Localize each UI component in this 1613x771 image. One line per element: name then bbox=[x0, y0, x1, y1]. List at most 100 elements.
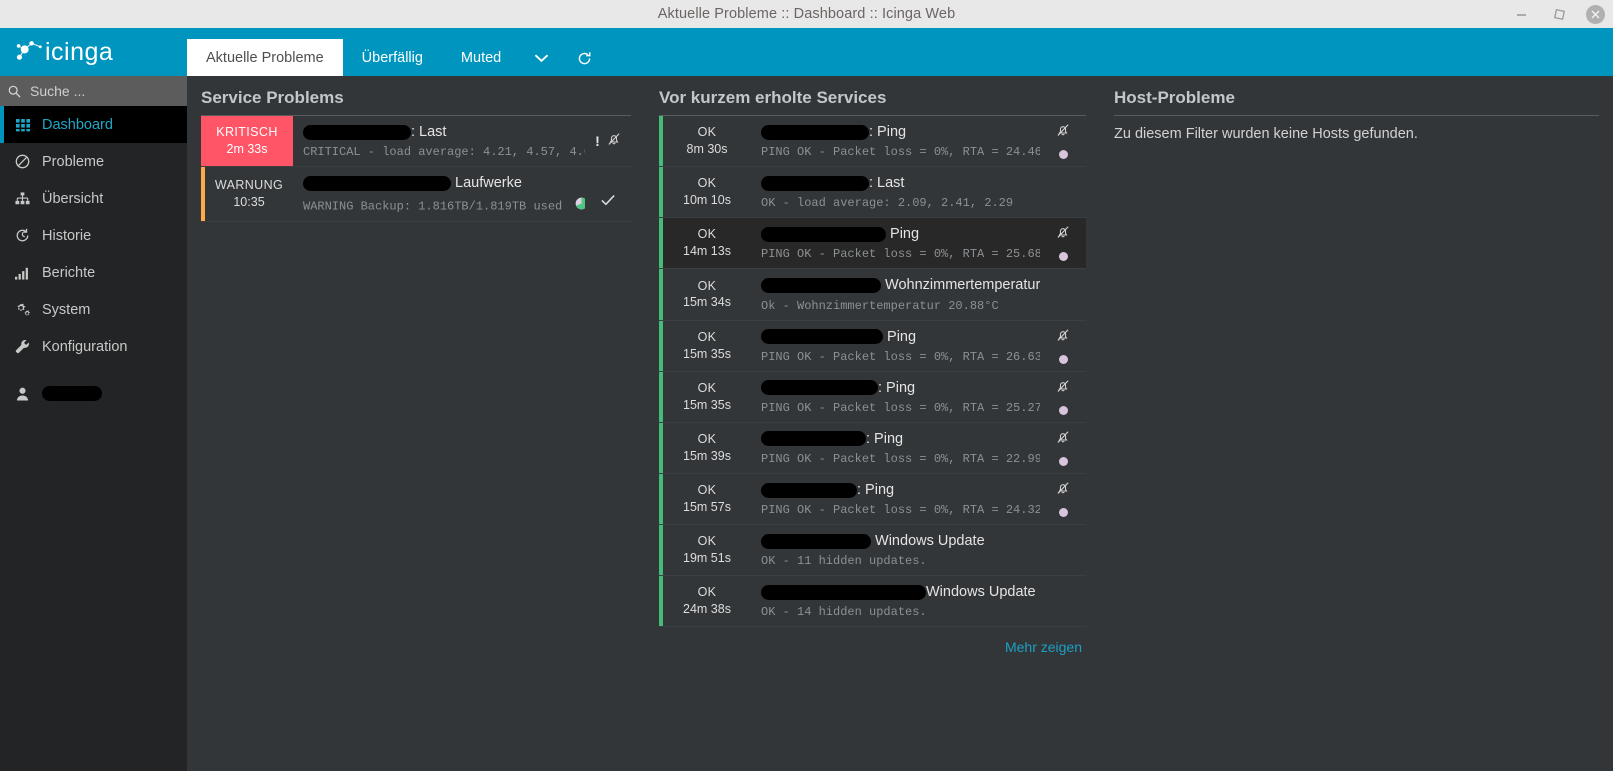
status-badge-ok: OK14m 13s bbox=[663, 218, 751, 268]
status-since: 15m 34s bbox=[683, 294, 731, 311]
exclamation-icon[interactable]: ! bbox=[595, 133, 600, 149]
service-title: : Last bbox=[761, 174, 1040, 192]
recovered-service-row[interactable]: OK14m 13s Ping PING OK - Packet loss = 0%… bbox=[659, 218, 1086, 269]
host-name-redacted bbox=[761, 329, 883, 344]
host-name-redacted bbox=[761, 483, 857, 498]
chevron-down-icon[interactable] bbox=[520, 40, 563, 76]
service-title: Laufwerke bbox=[303, 174, 585, 192]
bell-slash-icon[interactable] bbox=[1056, 328, 1070, 347]
tab-ueberfaellig[interactable]: Überfällig bbox=[343, 40, 442, 76]
status-badge-ok: OK8m 30s bbox=[663, 116, 751, 166]
recovered-service-list: OK8m 30s : Ping PING OK - Packet loss = 0%… bbox=[659, 116, 1086, 627]
sidebar-nav: Dashboard Probleme bbox=[0, 106, 187, 412]
search-input[interactable] bbox=[30, 83, 179, 99]
service-name: Ping bbox=[883, 329, 916, 345]
service-row-body: Windows UpdateOK - 14 hidden updates. bbox=[751, 576, 1040, 626]
service-row-icons bbox=[1040, 218, 1086, 268]
recovered-service-row[interactable]: OK19m 51s Windows UpdateOK - 11 hidden u… bbox=[659, 525, 1086, 576]
sidebar-item-dashboard[interactable]: Dashboard bbox=[0, 106, 187, 143]
host-name-redacted bbox=[761, 125, 869, 140]
recovered-service-row[interactable]: OK15m 39s: PingPING OK - Packet loss = 0… bbox=[659, 423, 1086, 474]
sidebar-item-berichte[interactable]: Berichte bbox=[0, 254, 187, 291]
sidebar-item-probleme[interactable]: Probleme bbox=[0, 143, 187, 180]
recovered-service-row[interactable]: OK15m 35s PingPING OK - Packet loss = 0%… bbox=[659, 321, 1086, 372]
status-since: 10:35 bbox=[233, 194, 264, 211]
service-problem-row[interactable]: KRITISCH 2m 33s : Last CRITICAL - load a… bbox=[201, 116, 631, 167]
status-since: 10m 10s bbox=[683, 192, 731, 209]
recovered-service-row[interactable]: OK15m 34s WohnzimmertemperaturOk - Wohnz… bbox=[659, 269, 1086, 320]
minimize-icon[interactable] bbox=[1510, 3, 1532, 25]
icinga-logo-icon bbox=[14, 39, 44, 65]
status-badge-ok: OK24m 38s bbox=[663, 576, 751, 626]
more-link[interactable]: Mehr zeigen bbox=[659, 627, 1086, 655]
window-titlebar: Aktuelle Probleme :: Dashboard :: Icinga… bbox=[0, 0, 1613, 28]
bell-slash-icon[interactable] bbox=[1056, 123, 1070, 142]
service-output: PING OK - Packet loss = 0%, RTA = 25.27 … bbox=[761, 401, 1040, 415]
app-frame: icinga Dashboard bbox=[0, 28, 1613, 771]
bell-slash-icon[interactable] bbox=[1056, 379, 1070, 398]
service-output: Ok - Wohnzimmertemperatur 20.88°C bbox=[761, 299, 1040, 313]
service-row-body: : PingPING OK - Packet loss = 0%, RTA = … bbox=[751, 474, 1040, 524]
bell-slash-icon[interactable] bbox=[1056, 481, 1070, 500]
refresh-icon[interactable] bbox=[563, 40, 606, 76]
service-name: Wohnzimmertemperatur bbox=[881, 277, 1040, 293]
dashlet-title: Host-Probleme bbox=[1114, 88, 1599, 116]
service-row-icons bbox=[1040, 474, 1086, 524]
service-name: : Ping bbox=[878, 380, 915, 396]
tab-aktuelle-probleme[interactable]: Aktuelle Probleme bbox=[187, 39, 343, 76]
bell-slash-icon[interactable] bbox=[607, 132, 621, 151]
service-row-body: Wohnzimmertemperatur Ok - Wohnzimmertempe… bbox=[751, 269, 1040, 319]
service-output: WARNING Backup: 1.816TB/1.819TB used bbox=[303, 200, 562, 214]
status-label: OK bbox=[698, 329, 717, 346]
main-area: Aktuelle Probleme Überfällig Muted Ser bbox=[187, 28, 1613, 771]
dashlet-service-problems: Service Problems KRITISCH 2m 33s : Last … bbox=[187, 76, 645, 771]
tab-muted[interactable]: Muted bbox=[442, 40, 520, 76]
service-row-icons bbox=[1040, 576, 1086, 626]
recovered-service-row[interactable]: OK24m 38sWindows UpdateOK - 14 hidden up… bbox=[659, 576, 1086, 627]
service-output: PING OK - Packet loss = 0%, RTA = 25.68 … bbox=[761, 247, 1040, 261]
ban-icon bbox=[14, 154, 31, 169]
service-name: Ping bbox=[886, 226, 919, 242]
dashlet-title: Service Problems bbox=[201, 88, 631, 116]
recovered-service-row[interactable]: OK10m 10s: LastOK - load average: 2.09, … bbox=[659, 167, 1086, 218]
service-title: : Ping bbox=[761, 123, 1040, 141]
sidebar-item-label: Historie bbox=[42, 228, 91, 244]
bar-chart-icon bbox=[14, 266, 31, 280]
host-name-redacted bbox=[761, 534, 871, 549]
recovered-service-row[interactable]: OK15m 35s: PingPING OK - Packet loss = 0… bbox=[659, 372, 1086, 423]
sidebar-item-user[interactable] bbox=[0, 375, 187, 412]
status-badge-critical: KRITISCH 2m 33s bbox=[201, 116, 293, 166]
pie-icon bbox=[575, 197, 585, 210]
grid-icon bbox=[14, 118, 31, 132]
sidebar-item-system[interactable]: System bbox=[0, 291, 187, 328]
service-title: Wohnzimmertemperatur bbox=[761, 276, 1040, 294]
service-name: : Ping bbox=[866, 431, 903, 447]
status-since: 15m 57s bbox=[683, 499, 731, 516]
recovered-service-row[interactable]: OK15m 57s : PingPING OK - Packet loss = 0… bbox=[659, 474, 1086, 525]
search-bar[interactable] bbox=[0, 76, 187, 106]
service-name: : Ping bbox=[869, 124, 906, 140]
dashboard-content: Service Problems KRITISCH 2m 33s : Last … bbox=[187, 76, 1613, 771]
status-label: OK bbox=[698, 124, 717, 141]
recovered-service-row[interactable]: OK8m 30s: PingPING OK - Packet loss = 0%… bbox=[659, 116, 1086, 167]
sidebar-item-historie[interactable]: Historie bbox=[0, 217, 187, 254]
check-icon[interactable] bbox=[601, 193, 615, 209]
service-row-body: PingPING OK - Packet loss = 0%, RTA = 26… bbox=[751, 321, 1040, 371]
tab-label: Muted bbox=[461, 50, 501, 66]
dashlet-host-problems: Host-Probleme Zu diesem Filter wurden ke… bbox=[1100, 76, 1613, 771]
sitemap-icon bbox=[14, 192, 31, 206]
close-icon[interactable] bbox=[1586, 5, 1605, 24]
bell-slash-icon[interactable] bbox=[1056, 225, 1070, 244]
bell-slash-icon[interactable] bbox=[1056, 430, 1070, 449]
brand-logo[interactable]: icinga bbox=[0, 28, 187, 76]
service-row-icons bbox=[1040, 116, 1086, 166]
maximize-icon[interactable] bbox=[1548, 3, 1570, 25]
user-icon bbox=[14, 387, 31, 401]
status-label: OK bbox=[698, 175, 717, 192]
status-label: OK bbox=[698, 482, 717, 499]
service-row-body: : Ping PING OK - Packet loss = 0%, RTA = … bbox=[751, 372, 1040, 422]
sidebar-item-konfiguration[interactable]: Konfiguration bbox=[0, 328, 187, 365]
empty-message: Zu diesem Filter wurden keine Hosts gefu… bbox=[1114, 116, 1599, 142]
service-problem-row[interactable]: WARNUNG 10:35 Laufwerke WARNING Backup: … bbox=[201, 167, 631, 222]
sidebar-item-uebersicht[interactable]: Übersicht bbox=[0, 180, 187, 217]
